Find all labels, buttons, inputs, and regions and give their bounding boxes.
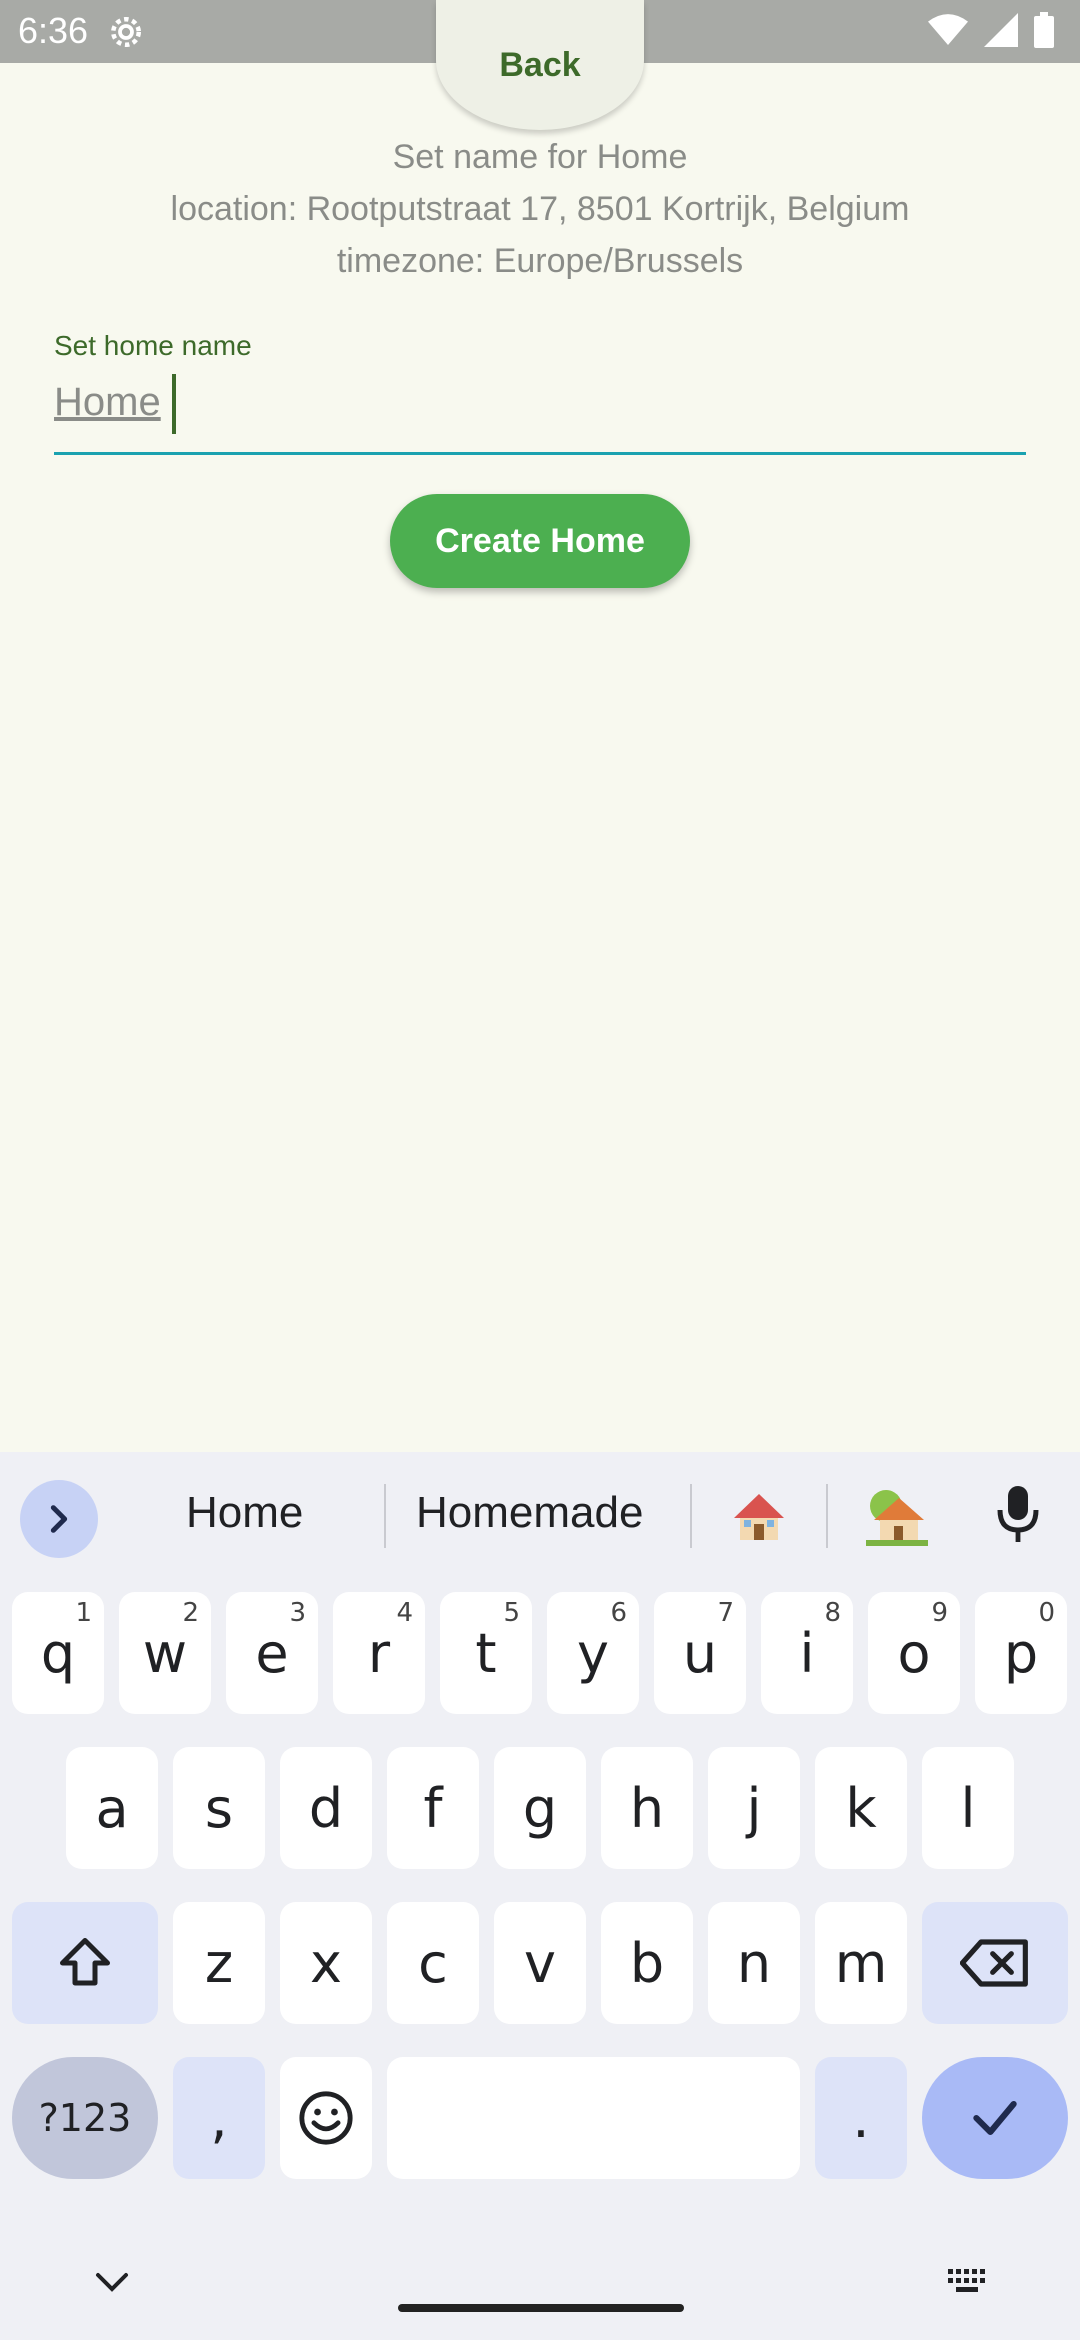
suggestion-1[interactable]: Home (186, 1488, 303, 1538)
timezone-text: timezone: Europe/Brussels (336, 242, 744, 280)
suggestion-divider (690, 1484, 692, 1548)
back-button[interactable]: Back (436, 0, 644, 130)
key-j[interactable]: j (708, 1747, 800, 1869)
chevron-right-icon (50, 1505, 68, 1533)
status-time: 6:36 (18, 10, 89, 51)
key-z[interactable]: z (173, 1902, 265, 2024)
soft-keyboard: Home Homemade q1 w2 e3 r4 t 5 y 6 u 7 i … (0, 1452, 1080, 2340)
key-a[interactable]: a (66, 1747, 158, 1869)
signal-icon (984, 13, 1018, 47)
create-home-button[interactable]: Create Home (390, 494, 690, 588)
key-u[interactable]: u7 (654, 1592, 746, 1714)
key-y[interactable]: y6 (547, 1592, 639, 1714)
key-w[interactable]: w2 (119, 1592, 211, 1714)
suggestion-divider (384, 1484, 386, 1548)
settings-gear-icon (111, 17, 141, 47)
key-g[interactable]: g (494, 1747, 586, 1869)
hide-keyboard-chevron-icon[interactable] (92, 2268, 132, 2298)
key-b[interactable]: b (601, 1902, 693, 2024)
location-text: location: Rootputstraat 17, 8501 Kortrij… (170, 190, 910, 228)
key-r[interactable]: r4 (333, 1592, 425, 1714)
numbers-symbols-key[interactable]: ?123 (12, 2057, 158, 2179)
key-p[interactable]: p0 (975, 1592, 1067, 1714)
period-key[interactable]: . (815, 2057, 907, 2179)
home-gesture-handle[interactable] (398, 2304, 684, 2312)
key-q[interactable]: q1 (12, 1592, 104, 1714)
done-key[interactable] (922, 2057, 1068, 2179)
house-emoji-suggestion-icon[interactable] (730, 1488, 788, 1544)
suggestion-strip: Home Homemade (0, 1452, 1080, 1578)
key-k[interactable]: k (815, 1747, 907, 1869)
home-name-label: Set home name (54, 330, 252, 361)
key-s[interactable]: s (173, 1747, 265, 1869)
suggestion-2[interactable]: Homemade (416, 1488, 643, 1538)
home-name-input[interactable]: Home (54, 370, 1026, 455)
page-title: Set name for Home (392, 138, 688, 176)
battery-icon (1034, 12, 1054, 48)
key-v[interactable]: v (494, 1902, 586, 2024)
key-l[interactable]: l (922, 1747, 1014, 1869)
shift-arrow-icon (60, 1938, 110, 1986)
keyboard-switch-icon[interactable] (946, 2264, 990, 2298)
key-i[interactable]: i8 (761, 1592, 853, 1714)
key-c[interactable]: c (387, 1902, 479, 2024)
key-x[interactable]: x (280, 1902, 372, 2024)
smiley-face-icon (299, 2091, 353, 2145)
key-e[interactable]: e3 (226, 1592, 318, 1714)
checkmark-icon (973, 2100, 1017, 2136)
wifi-icon (928, 14, 968, 45)
key-h[interactable]: h (601, 1747, 693, 1869)
space-bar[interactable] (387, 2057, 800, 2179)
shift-key[interactable] (12, 1902, 158, 2024)
key-d[interactable]: d (280, 1747, 372, 1869)
microphone-icon (997, 1486, 1039, 1542)
key-m[interactable]: m (815, 1902, 907, 2024)
home-name-value: Home (54, 380, 161, 424)
backspace-icon (960, 1939, 1028, 1987)
key-f[interactable]: f (387, 1747, 479, 1869)
text-caret (172, 374, 176, 434)
key-n[interactable]: n (708, 1902, 800, 2024)
house-with-garden-emoji-suggestion-icon[interactable] (866, 1486, 928, 1546)
voice-input-button[interactable] (994, 1484, 1042, 1549)
backspace-key[interactable] (922, 1902, 1068, 2024)
navigation-bar (0, 2220, 1080, 2340)
suggestion-divider (826, 1484, 828, 1548)
key-o[interactable]: o9 (868, 1592, 960, 1714)
emoji-key[interactable] (280, 2057, 372, 2179)
expand-toolbar-button[interactable] (20, 1480, 98, 1558)
key-t[interactable]: t5 (440, 1592, 532, 1714)
comma-key[interactable]: , (173, 2057, 265, 2179)
